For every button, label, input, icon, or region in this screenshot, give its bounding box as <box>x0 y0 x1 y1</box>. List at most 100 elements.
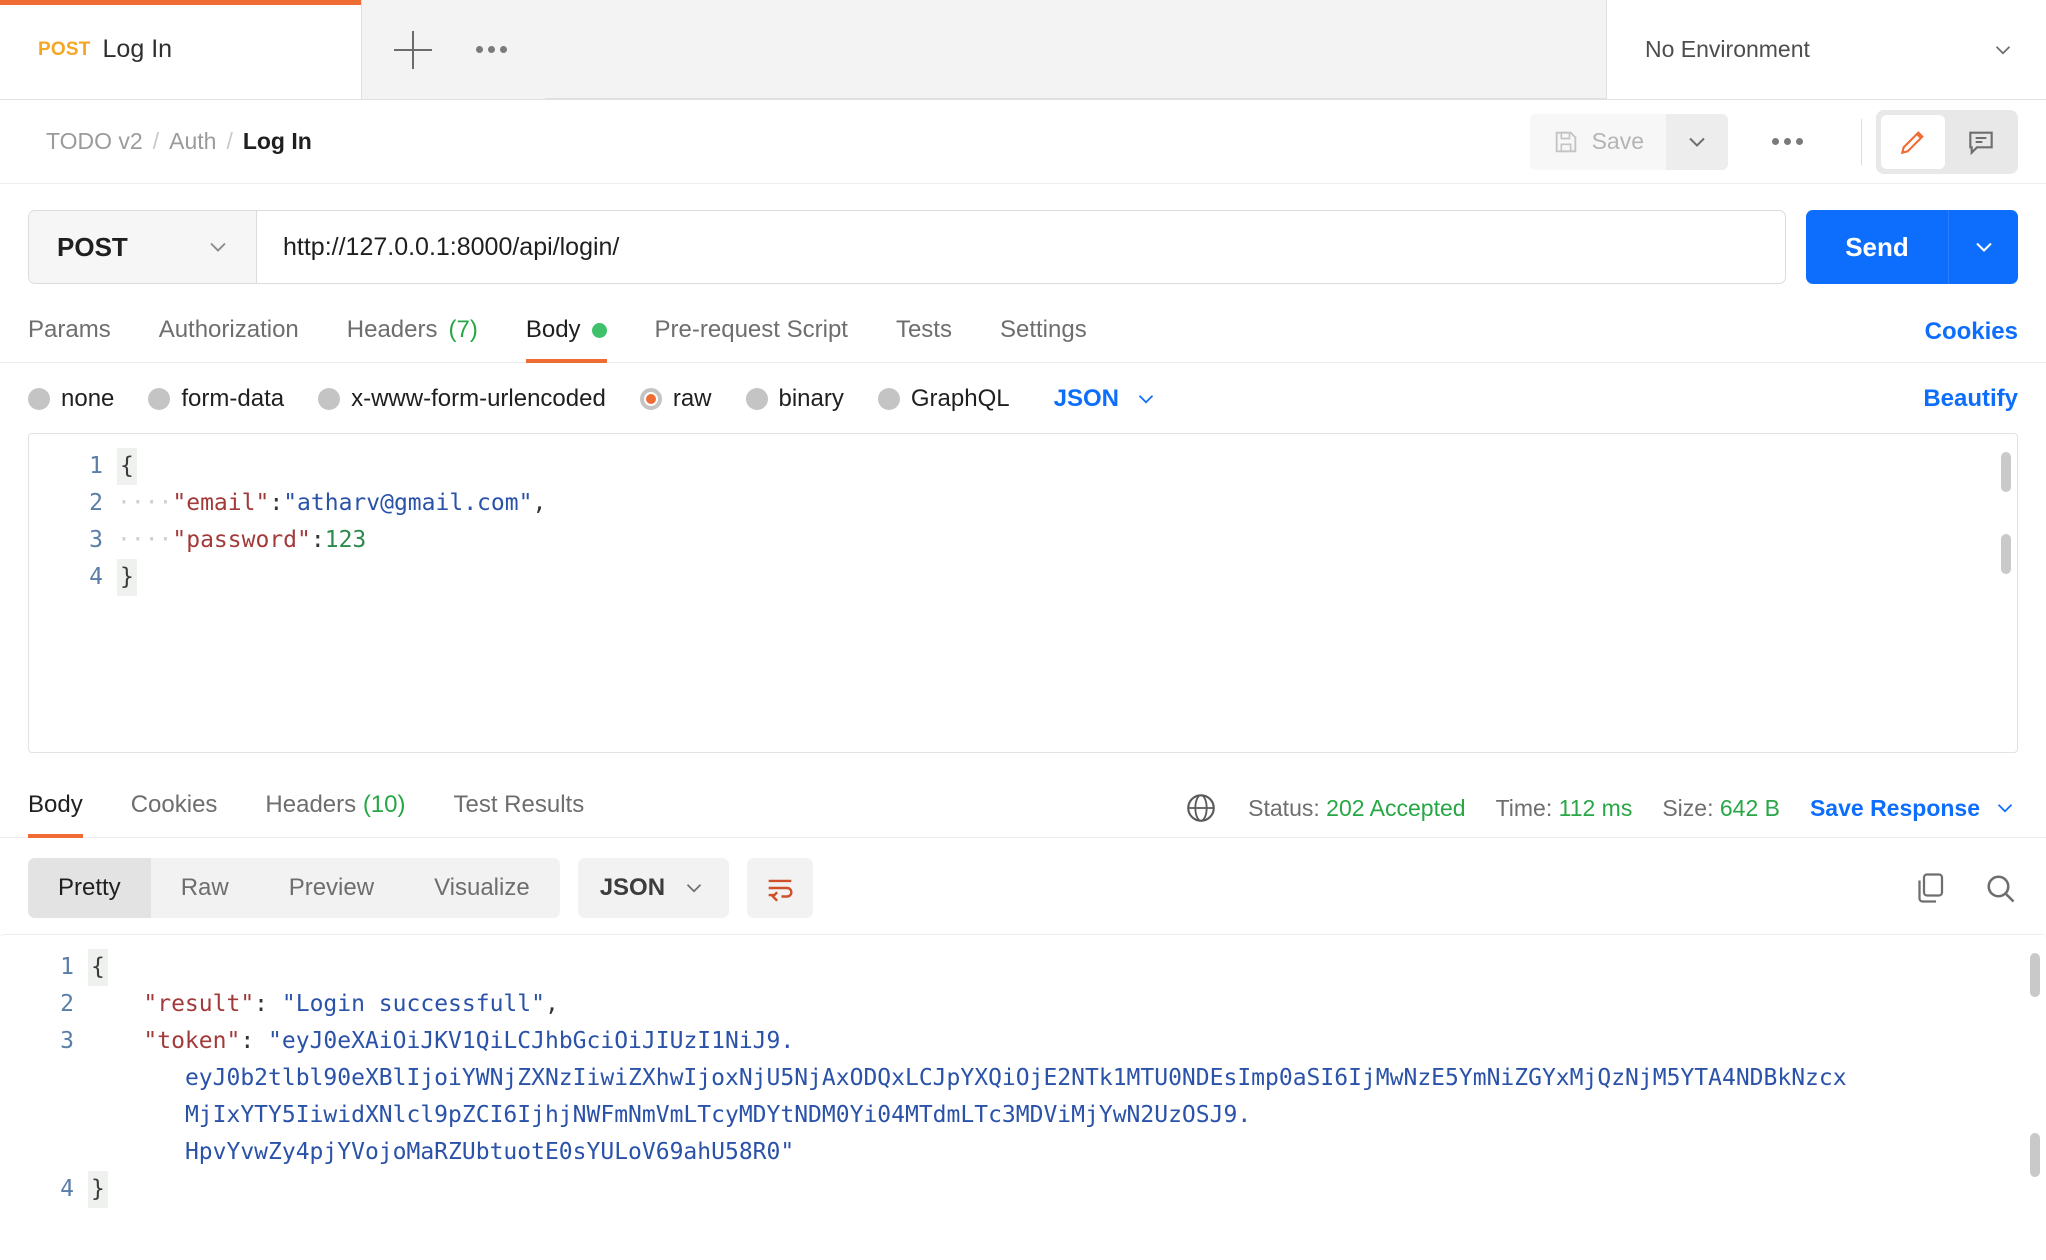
code-value-token-line-2: eyJ0b2tlbl90eXBlIjoiYWNjZXNzIiwiZXhwIjox… <box>185 1065 1847 1091</box>
url-input-wrapper: POST http://127.0.0.1:8000/api/login/ <box>28 210 1786 284</box>
comment-mode-button[interactable] <box>1949 115 2013 169</box>
view-mode-pretty[interactable]: Pretty <box>28 858 151 918</box>
breadcrumb-actions: Save <box>1530 110 2018 174</box>
view-mode-raw[interactable]: Raw <box>151 858 259 918</box>
time-indicator: Time: 112 ms <box>1496 795 1633 822</box>
status-label: Status: <box>1248 795 1320 821</box>
response-body-viewer[interactable]: 1 2 3 4 { "result": "Login successfull",… <box>0 934 2046 1260</box>
word-wrap-button[interactable] <box>747 858 813 918</box>
request-editor-scrollbar[interactable] <box>2001 534 2011 574</box>
radio-icon <box>148 388 170 410</box>
body-type-none-label: none <box>61 385 114 413</box>
send-options-button[interactable] <box>1948 210 2018 284</box>
save-options-button[interactable] <box>1666 114 1728 170</box>
tab-pre-request-script-label: Pre-request Script <box>655 316 848 344</box>
tab-pre-request-script[interactable]: Pre-request Script <box>655 302 848 362</box>
status-value: 202 Accepted <box>1326 795 1465 821</box>
request-tabs: Params Authorization Headers (7) Body Pr… <box>0 302 2046 363</box>
request-editor-scrollbar-top[interactable] <box>2001 452 2011 492</box>
tab-headers[interactable]: Headers (7) <box>347 302 478 362</box>
copy-button[interactable] <box>1912 870 1948 906</box>
send-button[interactable]: Send <box>1806 210 1948 284</box>
tab-method-label: POST <box>38 39 91 61</box>
beautify-button[interactable]: Beautify <box>1923 385 2018 413</box>
tab-params[interactable]: Params <box>28 302 111 362</box>
response-tab-headers-label: Headers <box>265 791 356 818</box>
ellipsis-icon <box>1762 128 1813 155</box>
code-brace-close: } <box>117 559 137 596</box>
response-tab-body-label: Body <box>28 791 83 818</box>
globe-icon[interactable] <box>1184 791 1218 825</box>
response-tab-body[interactable]: Body <box>28 779 83 837</box>
response-tab-cookies[interactable]: Cookies <box>131 779 218 837</box>
response-tab-headers-count: (10) <box>363 791 406 818</box>
code-colon: : <box>240 1028 268 1054</box>
ellipsis-icon[interactable] <box>466 36 517 63</box>
body-format-select[interactable]: JSON <box>1054 385 1159 413</box>
code-indent: ···· <box>117 527 172 553</box>
code-value-token-line-1: "eyJ0eXAiOiJKV1QiLCJhbGciOiJIUzI1NiJ9. <box>268 1028 794 1054</box>
radio-icon <box>878 388 900 410</box>
edit-mode-button[interactable] <box>1881 115 1945 169</box>
http-method-select[interactable]: POST <box>29 211 257 283</box>
body-type-graphql[interactable]: GraphQL <box>878 385 1010 413</box>
save-button[interactable]: Save <box>1530 114 1666 170</box>
save-button-label: Save <box>1592 128 1644 155</box>
tab-headers-label: Headers <box>347 316 438 344</box>
response-view-mode-group: Pretty Raw Preview Visualize <box>28 858 560 918</box>
view-mode-preview[interactable]: Preview <box>259 858 404 918</box>
send-button-group: Send <box>1806 210 2018 284</box>
radio-icon <box>318 388 340 410</box>
view-mode-visualize[interactable]: Visualize <box>404 858 560 918</box>
tab-body[interactable]: Body <box>526 302 607 362</box>
response-body-code[interactable]: { "result": "Login successfull", "token"… <box>88 935 2046 1208</box>
request-more-actions-button[interactable] <box>1728 128 1847 155</box>
code-value-password: 123 <box>325 527 367 553</box>
radio-icon <box>746 388 768 410</box>
breadcrumb-collection[interactable]: TODO v2 <box>46 128 143 155</box>
response-editor-scrollbar[interactable] <box>2030 1133 2040 1177</box>
line-number: 3 <box>0 1023 74 1060</box>
breadcrumb-request[interactable]: Log In <box>243 128 312 155</box>
code-key-password: "password" <box>172 527 310 553</box>
url-input[interactable]: http://127.0.0.1:8000/api/login/ <box>257 211 1785 283</box>
size-value: 642 B <box>1720 795 1780 821</box>
body-type-options: none form-data x-www-form-urlencoded raw… <box>0 363 2046 433</box>
chevron-down-icon <box>681 875 707 901</box>
response-tab-test-results[interactable]: Test Results <box>454 779 585 837</box>
tab-authorization[interactable]: Authorization <box>159 302 299 362</box>
body-type-form-data[interactable]: form-data <box>148 385 284 413</box>
body-type-binary[interactable]: binary <box>746 385 844 413</box>
tab-settings[interactable]: Settings <box>1000 302 1087 362</box>
body-type-urlencoded-label: x-www-form-urlencoded <box>351 385 606 413</box>
response-editor-scrollbar-top[interactable] <box>2030 953 2040 997</box>
postman-window: POST Log In No Environment TODO v2 / Aut… <box>0 0 2046 1260</box>
tab-tests[interactable]: Tests <box>896 302 952 362</box>
breadcrumb-folder[interactable]: Auth <box>169 128 216 155</box>
body-type-form-data-label: form-data <box>181 385 284 413</box>
line-number: 1 <box>0 949 74 986</box>
cookies-link[interactable]: Cookies <box>1925 318 2018 346</box>
chevron-down-icon <box>1133 386 1159 412</box>
body-type-raw[interactable]: raw <box>640 385 712 413</box>
time-label: Time: <box>1496 795 1553 821</box>
request-body-code[interactable]: { ····"email":"atharv@gmail.com", ····"p… <box>117 434 2017 596</box>
tab-title-label: Log In <box>103 35 173 64</box>
request-body-editor[interactable]: 1 2 3 4 { ····"email":"atharv@gmail.com"… <box>28 433 2018 753</box>
http-method-value: POST <box>57 232 128 263</box>
body-type-urlencoded[interactable]: x-www-form-urlencoded <box>318 385 606 413</box>
breadcrumb-bar: TODO v2 / Auth / Log In Save <box>0 100 2046 184</box>
chevron-down-icon <box>1990 37 2016 63</box>
save-response-button[interactable]: Save Response <box>1810 795 2018 822</box>
request-code-area: 1 2 3 4 { ····"email":"atharv@gmail.com"… <box>29 434 2017 596</box>
code-value-token-line-4: HpvYvwZy4pjYVojoMaRZUbtuotE0sYULoV69ahU5… <box>185 1139 794 1165</box>
response-format-select[interactable]: JSON <box>578 858 729 918</box>
request-tab-log-in[interactable]: POST Log In <box>0 0 362 99</box>
tab-settings-label: Settings <box>1000 316 1087 344</box>
tab-strip: POST Log In No Environment <box>0 0 2046 100</box>
body-type-none[interactable]: none <box>28 385 114 413</box>
response-tab-headers[interactable]: Headers (10) <box>265 779 405 837</box>
environment-selector[interactable]: No Environment <box>1606 0 2046 99</box>
search-button[interactable] <box>1982 870 2018 906</box>
plus-icon[interactable] <box>390 27 436 73</box>
